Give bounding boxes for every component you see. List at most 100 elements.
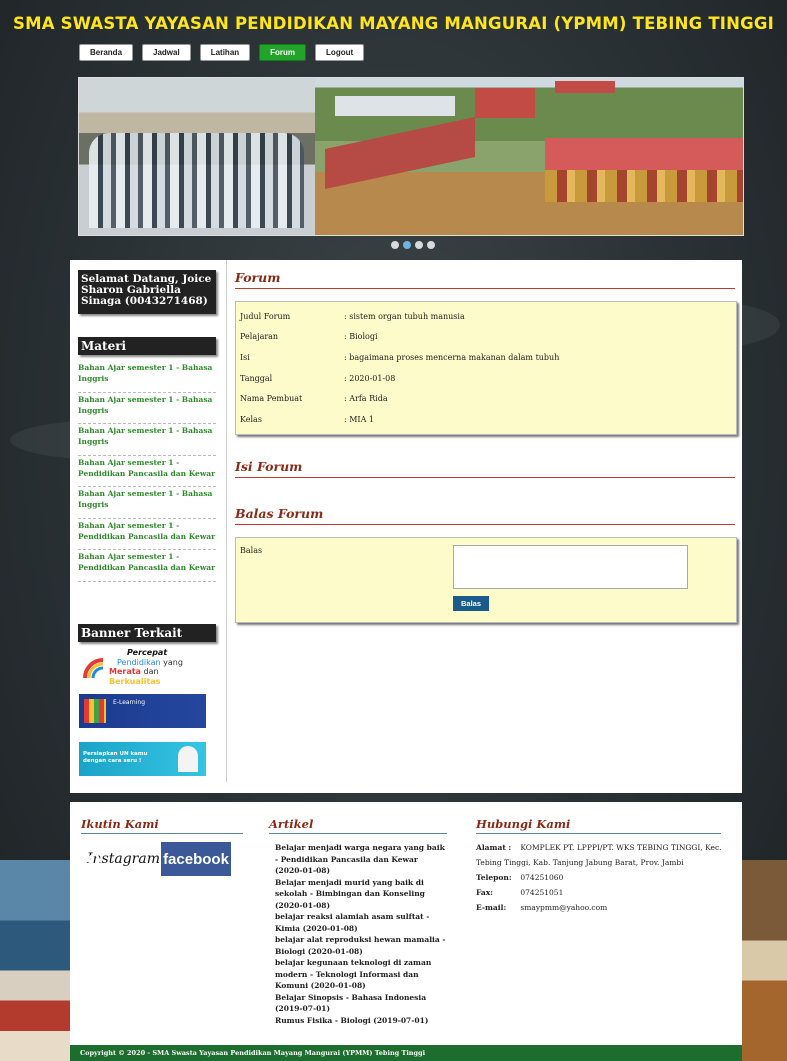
info-row: Pelajaran : Biologi: [236, 327, 736, 348]
forum-title: Forum: [235, 270, 735, 289]
banner1-line2b: yang: [163, 657, 183, 667]
materi-link[interactable]: Bahan Ajar semester 1 - Bahasa Inggris: [78, 487, 216, 519]
info-label: Tanggal: [240, 373, 273, 383]
info-value: : 2020-01-08: [344, 373, 396, 383]
facebook-link[interactable]: facebook: [161, 842, 231, 876]
artikel-link[interactable]: Belajar menjadi murid yang baik di sekol…: [275, 877, 447, 912]
banner3-label: Persiapkan UN kamu dengan cara seru !: [83, 751, 148, 764]
banner-percepat-pendidikan[interactable]: Percepat Pendidikan yang Merata dan Berk…: [79, 648, 206, 686]
artikel-list: Belajar menjadi warga negara yang baik -…: [275, 842, 447, 1026]
artikel-link[interactable]: Belajar menjadi warga negara yang baik -…: [275, 842, 447, 877]
materi-link[interactable]: Bahan Ajar semester 1 - Pendidikan Panca…: [78, 456, 216, 487]
info-row: Tanggal : 2020-01-08: [236, 368, 736, 389]
slider-dot[interactable]: [415, 241, 423, 249]
nav-beranda[interactable]: Beranda: [79, 44, 134, 61]
artikel-link[interactable]: belajar kegunaan teknologi di zaman mode…: [275, 957, 447, 992]
image-slider[interactable]: [78, 77, 744, 236]
follow-title: Ikutin Kami: [81, 817, 243, 834]
info-value: : sistem organ tubuh manusia: [344, 311, 465, 321]
welcome-message: Selamat Datang, Joice Sharon Gabriella S…: [78, 270, 216, 314]
contact-telepon: Telepon: 074251060: [476, 870, 726, 885]
telepon-value: 074251060: [520, 873, 564, 882]
nav-jadwal[interactable]: Jadwal: [142, 44, 191, 61]
banner1-line3c: Berkualitas: [109, 676, 161, 686]
nav-forum[interactable]: Forum: [259, 44, 307, 61]
telepon-label: Telepon:: [476, 873, 512, 882]
fax-value: 074251051: [520, 888, 564, 897]
info-label: Isi: [240, 352, 250, 362]
banner-elearning[interactable]: E-Learning: [79, 694, 206, 728]
materi-list: Bahan Ajar semester 1 - Bahasa Inggris B…: [78, 361, 216, 582]
roof: [545, 138, 743, 170]
materi-link[interactable]: Bahan Ajar semester 1 - Bahasa Inggris: [78, 361, 216, 393]
artikel-link[interactable]: Rumus Fisika - Biologi (2019-07-01): [275, 1015, 447, 1027]
artikel-link[interactable]: belajar alat reproduksi hewan mamalia - …: [275, 934, 447, 957]
banner1-line3b: dan: [143, 667, 159, 676]
books-decoration-left: [0, 860, 70, 1061]
reply-form: Balas Balas: [235, 536, 737, 623]
reply-label: Balas: [240, 545, 263, 555]
copyright-bar: Copyright © 2020 - SMA Swasta Yayasan Pe…: [70, 1045, 742, 1061]
email-value: smaypmm@yahoo.com: [520, 903, 608, 912]
decoration-cloth: [545, 170, 743, 202]
contact-alamat: Alamat : KOMPLEK PT. LPPPI/PT. WKS TEBIN…: [476, 840, 726, 870]
roof: [555, 81, 615, 93]
banner-persiapan-un[interactable]: Persiapkan UN kamu dengan cara seru !: [79, 742, 206, 776]
info-row: Isi : bagaimana proses mencerna makanan d…: [236, 347, 736, 368]
materi-link[interactable]: Bahan Ajar semester 1 - Pendidikan Panca…: [78, 550, 216, 582]
info-value: : MIA 1: [344, 414, 374, 424]
info-value: : Biologi: [344, 332, 378, 342]
email-label: E-mail:: [476, 903, 507, 912]
forum-main: Forum Judul Forum : sistem organ tubuh ma…: [235, 270, 737, 623]
banner1-line1: Percepat: [127, 648, 168, 657]
contact-title: Hubungi Kami: [476, 817, 721, 834]
slider-dot-active[interactable]: [403, 241, 411, 249]
students-group: [89, 133, 304, 228]
banner-heading: Banner Terkait: [78, 624, 216, 642]
materi-heading: Materi: [78, 337, 216, 355]
materi-link[interactable]: Bahan Ajar semester 1 - Bahasa Inggris: [78, 424, 216, 456]
info-value: : Arfa Rida: [344, 394, 388, 404]
slider-dot[interactable]: [391, 241, 399, 249]
info-value: : bagaimana proses mencerna makanan dala…: [344, 352, 560, 362]
content-box: Selamat Datang, Joice Sharon Gabriella S…: [70, 260, 742, 793]
slider-dots: [391, 241, 435, 249]
reply-submit-button[interactable]: Balas: [453, 595, 490, 611]
books-decoration-right: [742, 860, 787, 1061]
banner1-line2: Pendidikan: [117, 657, 161, 667]
contact-fax: Fax: 074251051: [476, 885, 726, 900]
info-label: Nama Pembuat: [240, 394, 303, 404]
info-label: Pelajaran: [240, 332, 279, 342]
roof: [325, 117, 475, 189]
info-row: Kelas : MIA 1: [236, 409, 736, 430]
building: [335, 96, 455, 116]
footer: Ikutin Kami Instagram facebook Artikel B…: [70, 802, 742, 1045]
artikel-title: Artikel: [269, 817, 447, 834]
isi-forum-title: Isi Forum: [235, 459, 735, 478]
nav-logout[interactable]: Logout: [315, 44, 365, 61]
info-row: Nama Pembuat : Arfa Rida: [236, 388, 736, 409]
reply-textarea[interactable]: [453, 544, 688, 589]
elearning-graphic: [84, 699, 106, 723]
artikel-link[interactable]: Belajar Sinopsis - Bahasa Indonesia (201…: [275, 992, 447, 1015]
contact-info: Alamat : KOMPLEK PT. LPPPI/PT. WKS TEBIN…: [476, 840, 726, 915]
banner2-label: E-Learning: [113, 699, 146, 706]
alamat-label: Alamat :: [476, 843, 512, 852]
materi-link[interactable]: Bahan Ajar semester 1 - Bahasa Inggris: [78, 393, 216, 424]
fax-label: Fax:: [476, 888, 494, 897]
info-label: Kelas: [240, 414, 262, 424]
instagram-link[interactable]: Instagram: [83, 842, 160, 876]
banner1-line3a: Merata: [109, 667, 141, 676]
materi-link[interactable]: Bahan Ajar semester 1 - Pendidikan Panca…: [78, 519, 216, 550]
roof: [475, 88, 535, 118]
nav-latihan[interactable]: Latihan: [199, 44, 251, 61]
slider-dot[interactable]: [427, 241, 435, 249]
main-nav: Beranda Jadwal Latihan Forum Logout: [79, 44, 365, 61]
info-label: Judul Forum: [240, 311, 291, 321]
balas-forum-title: Balas Forum: [235, 506, 735, 525]
slide-photo-campus: [315, 78, 743, 235]
slide-photo-students: [79, 78, 315, 235]
forum-info-table: Judul Forum: sistem organ tubuh manusia …: [235, 301, 737, 435]
artikel-link[interactable]: belajar reaksi alamiah asam sulftat - Ki…: [275, 911, 447, 934]
site-title: SMA SWASTA YAYASAN PENDIDIKAN MAYANG MAN…: [13, 14, 774, 33]
